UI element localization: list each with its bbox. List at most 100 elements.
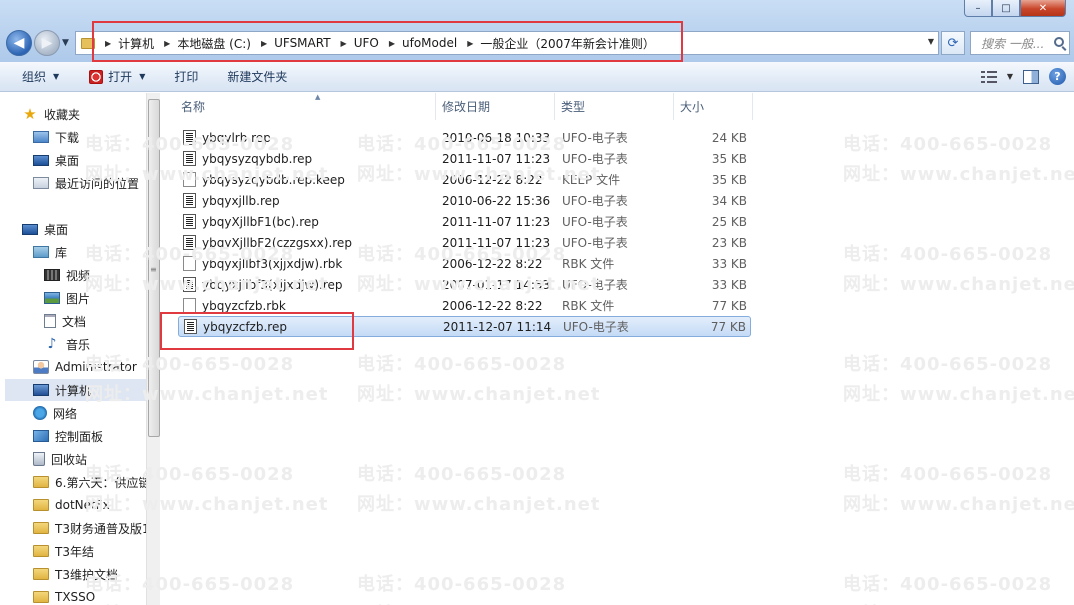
ufo-file-icon: [183, 214, 196, 229]
nav-music[interactable]: ♪ 音乐: [44, 333, 159, 355]
nav-favorites[interactable]: ★ 收藏夹: [22, 103, 159, 125]
nav-libraries[interactable]: 库: [33, 241, 159, 263]
close-button[interactable]: ✕: [1020, 0, 1066, 17]
recent-pages-dropdown[interactable]: ▼: [62, 38, 69, 48]
address-bar[interactable]: ▶ 计算机 ▶ 本地磁盘 (C:) ▶ UFSMART ▶ UFO ▶ ufoM…: [75, 31, 939, 55]
folder-icon: [33, 476, 49, 488]
minimize-button[interactable]: –: [964, 0, 992, 17]
nav-network[interactable]: 网络: [33, 402, 159, 424]
search-input[interactable]: 搜索 一般...: [970, 31, 1070, 55]
file-row[interactable]: ybqysyzqybdb.rep 2011-11-07 11:23 UFO-电子表 3…: [178, 148, 751, 169]
nav-folder[interactable]: T3年结: [33, 540, 159, 562]
nav-folder[interactable]: T3财务通普及版1: [33, 517, 159, 539]
forward-button[interactable]: ▶: [34, 30, 60, 56]
file-name: ybqylrb.rep: [202, 130, 271, 145]
back-button[interactable]: ◀: [6, 30, 32, 56]
organize-menu[interactable]: 组织 ▼: [0, 62, 70, 92]
open-app-icon: [89, 69, 104, 84]
nav-desktop-favorite[interactable]: 桌面: [33, 149, 159, 171]
view-controls: ▼ ?: [980, 68, 1066, 85]
column-size[interactable]: 大小: [674, 93, 753, 120]
nav-desktop[interactable]: 桌面: [22, 218, 159, 240]
file-name: ybqyxjllbf3(xjjxdjw).rep: [202, 277, 343, 292]
file-row[interactable]: ybqysyzqybdb.rep.keep 2006-12-22 8:22 KEEP…: [178, 169, 751, 190]
chevron-right-icon[interactable]: ▶: [261, 39, 267, 48]
nav-label: 网络: [53, 406, 78, 421]
nav-label: 桌面: [44, 222, 69, 237]
nav-label: Administrator: [55, 360, 137, 374]
chevron-right-icon[interactable]: ▶: [467, 39, 473, 48]
file-type: UFO-电子表: [563, 320, 629, 334]
file-type: KEEP 文件: [562, 173, 621, 187]
new-folder-button[interactable]: 新建文件夹: [209, 62, 298, 92]
file-row[interactable]: ybqyXjllbF1(bc).rep 2011-11-07 11:23 UFO-电…: [178, 211, 751, 232]
chevron-down-icon[interactable]: ▼: [1007, 72, 1013, 81]
search-icon[interactable]: [1054, 37, 1064, 47]
file-name: ybqysyzqybdb.rep.keep: [202, 172, 345, 187]
file-row[interactable]: ybqyxjllb.rep 2010-06-22 15:36 UFO-电子表 34 K…: [178, 190, 751, 211]
breadcrumb-local-disk[interactable]: 本地磁盘 (C:): [177, 35, 251, 52]
breadcrumb-ufsmart[interactable]: UFSMART: [274, 36, 330, 50]
nav-control-panel[interactable]: 控制面板: [33, 425, 159, 447]
nav-label: 图片: [66, 291, 91, 306]
file-row[interactable]: ybqyzcfzb.rbk 2006-12-22 8:22 RBK 文件 77 KB: [178, 295, 751, 316]
file-size: 25 KB: [711, 214, 747, 229]
nav-folder[interactable]: 6.第六天：供应链: [33, 471, 159, 493]
breadcrumb-ufomodel[interactable]: ufoModel: [402, 36, 457, 50]
file-size: 33 KB: [711, 256, 747, 271]
open-menu[interactable]: 打开 ▼: [70, 62, 156, 92]
folder-icon: [33, 522, 49, 534]
column-date[interactable]: 修改日期: [436, 93, 555, 120]
nav-folder[interactable]: T3维护文档: [33, 563, 159, 585]
file-date: 2010-06-18 10:33: [442, 130, 551, 145]
nav-documents[interactable]: 文档: [44, 310, 159, 332]
ufo-file-icon: [183, 277, 196, 292]
nav-recycle-bin[interactable]: 回收站: [33, 448, 159, 470]
nav-recent-places[interactable]: 最近访问的位置: [33, 172, 159, 194]
print-button[interactable]: 打印: [156, 62, 209, 92]
address-dropdown[interactable]: ▼: [928, 37, 934, 46]
file-type: UFO-电子表: [562, 194, 628, 208]
file-row[interactable]: ybqylrb.rep 2010-06-18 10:33 UFO-电子表 24 KB: [178, 127, 751, 148]
desktop-icon: [33, 154, 49, 166]
view-details-icon[interactable]: [980, 70, 997, 83]
column-name[interactable]: 名称 ▲: [175, 93, 436, 120]
file-type: UFO-电子表: [562, 215, 628, 229]
breadcrumb-current-folder[interactable]: 一般企业（2007年新会计准则）: [480, 35, 655, 52]
chevron-right-icon[interactable]: ▶: [389, 39, 395, 48]
breadcrumb-computer[interactable]: 计算机: [118, 35, 154, 52]
column-type[interactable]: 类型: [555, 93, 674, 120]
nav-folder[interactable]: dotNetFx: [33, 494, 159, 516]
nav-downloads[interactable]: 下载: [33, 126, 159, 148]
file-row[interactable]: ybqyXjllbF2(czzgsxx).rep 2011-11-07 11:23…: [178, 232, 751, 253]
maximize-button[interactable]: □: [992, 0, 1020, 17]
nav-computer[interactable]: 计算机: [5, 379, 146, 401]
folder-icon: [81, 37, 95, 49]
help-icon[interactable]: ?: [1049, 68, 1066, 85]
user-folder-icon: [33, 360, 49, 374]
computer-icon: [33, 384, 49, 396]
preview-pane-icon[interactable]: [1023, 69, 1039, 84]
nav-administrator[interactable]: Administrator: [33, 356, 159, 378]
breadcrumb-ufo[interactable]: UFO: [354, 36, 379, 50]
file-date: 2006-12-22 8:22: [442, 172, 543, 187]
generic-file-icon: [183, 256, 196, 271]
file-row[interactable]: ybqyzcfzb.rep 2011-12-07 11:14 UFO-电子表 77 K…: [178, 316, 751, 337]
chevron-right-icon[interactable]: ▶: [341, 39, 347, 48]
column-header: 名称 ▲ 修改日期 类型 大小: [161, 93, 1074, 120]
file-row[interactable]: ybqyxjllbf3(xjjxdjw).rep 2007-01-17 14:53…: [178, 274, 751, 295]
file-row[interactable]: ybqyxjllbf3(xjjxdjw).rbk 2006-12-22 8:22 R…: [178, 253, 751, 274]
nav-videos[interactable]: 视频: [44, 264, 159, 286]
chevron-right-icon[interactable]: ▶: [164, 39, 170, 48]
nav-folder[interactable]: TXSSO: [33, 586, 159, 605]
file-size: 35 KB: [711, 172, 747, 187]
folder-icon: [33, 591, 49, 603]
file-date: 2006-12-22 8:22: [442, 256, 543, 271]
ufo-file-icon: [184, 319, 197, 334]
nav-pictures[interactable]: 图片: [44, 287, 159, 309]
folder-icon: [33, 499, 49, 511]
column-label: 修改日期: [442, 100, 491, 114]
breadcrumb: ▶ 计算机 ▶ 本地磁盘 (C:) ▶ UFSMART ▶ UFO ▶ ufoM…: [95, 35, 655, 52]
nav-scrollbar[interactable]: ≡: [146, 93, 160, 605]
refresh-button[interactable]: ⟳: [941, 31, 965, 55]
